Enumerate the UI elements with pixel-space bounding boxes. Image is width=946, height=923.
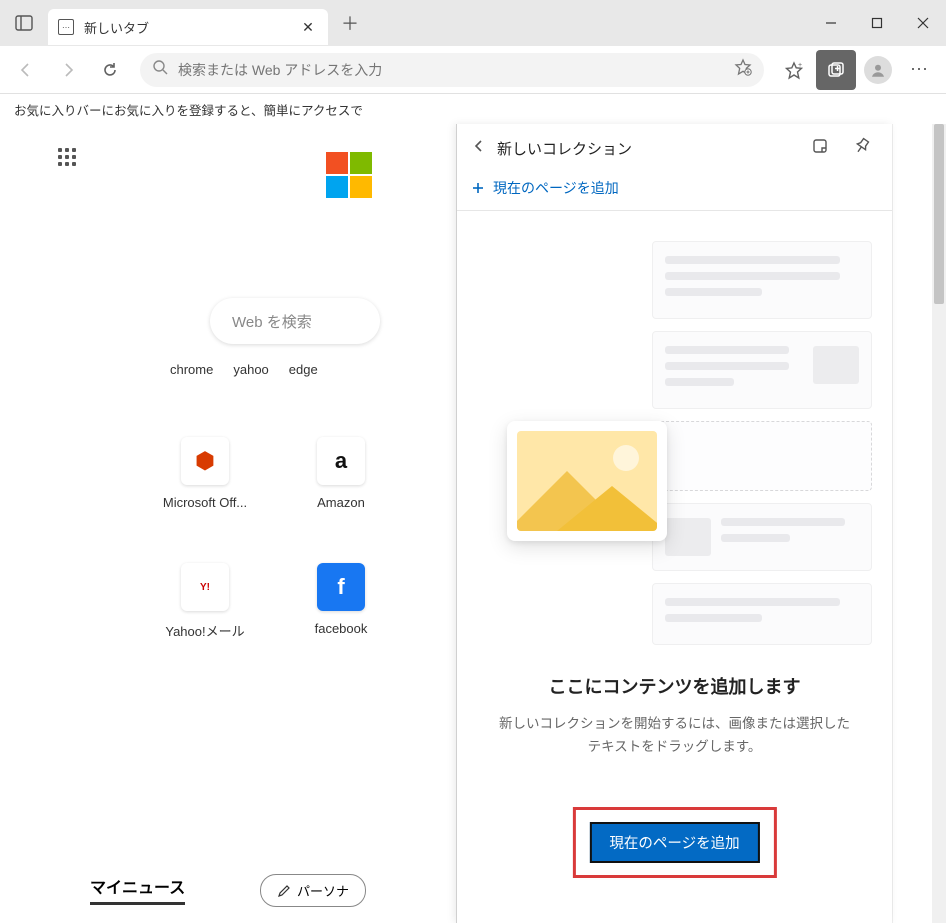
empty-state-body: 新しいコレクションを開始するには、画像または選択したテキストをドラッグします。 <box>493 713 856 759</box>
search-icon <box>152 59 168 80</box>
pin-icon[interactable] <box>846 137 878 160</box>
profile-button[interactable] <box>858 50 898 90</box>
plus-icon <box>471 181 485 195</box>
amazon-icon: a <box>317 437 365 485</box>
add-current-page-label: 現在のページを追加 <box>493 178 619 198</box>
pencil-icon <box>277 884 291 898</box>
shortcut-tile[interactable]: Y! Yahoo!メール <box>140 563 270 683</box>
apps-grid-icon[interactable] <box>58 148 82 172</box>
new-tab-button[interactable]: ＋ <box>332 5 368 41</box>
shortcut-tile[interactable]: a Amazon <box>276 437 406 557</box>
vertical-scrollbar[interactable] <box>932 124 946 923</box>
nav-back-button[interactable] <box>6 50 46 90</box>
address-bar[interactable] <box>140 53 764 87</box>
top-link[interactable]: edge <box>289 362 318 377</box>
tab-favicon: ⋯ <box>58 19 74 35</box>
top-link[interactable]: chrome <box>170 362 213 377</box>
nav-forward-button[interactable] <box>48 50 88 90</box>
panel-title: 新しいコレクション <box>497 138 794 159</box>
shortcut-label: Microsoft Off... <box>163 495 247 510</box>
web-search-box[interactable]: Web を検索 <box>210 298 380 344</box>
top-link[interactable]: yahoo <box>233 362 268 377</box>
avatar-icon <box>864 56 892 84</box>
skeleton-preview <box>652 241 872 657</box>
web-search-placeholder: Web を検索 <box>232 311 312 332</box>
bookmarks-bar-hint: お気に入りバーにお気に入りを登録すると、簡単にアクセスで <box>14 100 363 119</box>
facebook-icon: f <box>317 563 365 611</box>
add-current-page-button[interactable]: 現在のページを追加 <box>589 822 759 863</box>
shortcut-label: Amazon <box>317 495 365 510</box>
tab-close-button[interactable]: ✕ <box>298 19 318 36</box>
empty-state-image <box>507 421 667 541</box>
nav-refresh-button[interactable] <box>90 50 130 90</box>
window-minimize-button[interactable] <box>808 0 854 46</box>
add-current-page-link[interactable]: 現在のページを追加 <box>457 172 892 211</box>
office-icon: ⬢ <box>181 437 229 485</box>
my-news-tab[interactable]: マイニュース <box>90 874 185 905</box>
window-close-button[interactable] <box>900 0 946 46</box>
scrollbar-thumb[interactable] <box>934 124 944 304</box>
personalize-label: パーソナ <box>297 881 349 900</box>
shortcut-tile[interactable]: f facebook <box>276 563 406 683</box>
empty-state-heading: ここにコンテンツを追加します <box>493 673 856 699</box>
yahoo-mail-icon: Y! <box>181 563 229 611</box>
tab-title: 新しいタブ <box>84 18 288 37</box>
personalize-button[interactable]: パーソナ <box>260 874 366 907</box>
tab-actions-icon[interactable] <box>10 9 38 37</box>
window-maximize-button[interactable] <box>854 0 900 46</box>
cta-highlight-box: 現在のページを追加 <box>572 807 776 878</box>
shortcut-tile[interactable]: ⬢ Microsoft Off... <box>140 437 270 557</box>
svg-text:+: + <box>798 62 802 69</box>
more-menu-button[interactable]: ⋯ <box>900 50 940 90</box>
favorite-star-icon[interactable] <box>734 58 752 81</box>
shortcut-label: Yahoo!メール <box>165 621 244 640</box>
collections-panel: 新しいコレクション 現在のページを追加 <box>456 124 892 923</box>
favorites-button[interactable]: + <box>774 50 814 90</box>
collections-button[interactable] <box>816 50 856 90</box>
shortcut-label: facebook <box>315 621 368 636</box>
note-icon[interactable] <box>804 137 836 160</box>
address-input[interactable] <box>178 62 724 78</box>
browser-tab[interactable]: ⋯ 新しいタブ ✕ <box>48 9 328 45</box>
microsoft-logo <box>326 152 372 198</box>
panel-back-button[interactable] <box>471 138 487 159</box>
